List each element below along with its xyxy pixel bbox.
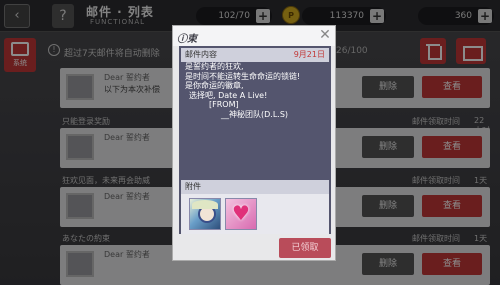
- mail-body-line: 是时间不能运转生命命运的锁链!: [185, 71, 301, 81]
- claimed-button[interactable]: 已领取: [279, 238, 331, 258]
- mail-date: 9月21日: [293, 50, 325, 59]
- mail-content-panel: 邮件内容 9月21日 是誓约者的狂欢, 是时间不能运转生命命运的锁链! 是你命运…: [179, 46, 331, 234]
- mail-body-line: 选择吧, Date A Live!: [189, 90, 268, 100]
- attachment-area: 附件: [181, 180, 329, 234]
- heart-gem-item-icon[interactable]: [225, 198, 257, 230]
- mail-body-line: __神秘团队(D.L.S): [221, 109, 289, 119]
- mail-body: 是誓约者的狂欢, 是时间不能运转生命命运的锁链! 是你命运的徽章, 选择吧, D…: [185, 62, 327, 120]
- dialog-header: ⓘ束 ✕: [173, 26, 335, 46]
- attachment-section-header: 附件: [181, 180, 329, 194]
- attachment-header-label: 附件: [185, 182, 201, 191]
- mail-body-line: 是你命运的徽章,: [185, 81, 244, 91]
- mail-body-line: [FROM]: [209, 100, 239, 110]
- content-header-label: 邮件内容: [185, 50, 217, 59]
- dialog-title: ⓘ束: [177, 34, 197, 45]
- mail-body-line: 是誓约者的狂欢,: [185, 62, 244, 71]
- mail-dialog: ⓘ束 ✕ 邮件内容 9月21日 是誓约者的狂欢, 是时间不能运转生命命运的锁链!…: [172, 25, 336, 261]
- character-portrait-item-icon[interactable]: [189, 198, 221, 230]
- content-section-header: 邮件内容 9月21日: [181, 48, 329, 62]
- close-icon[interactable]: ✕: [317, 27, 333, 43]
